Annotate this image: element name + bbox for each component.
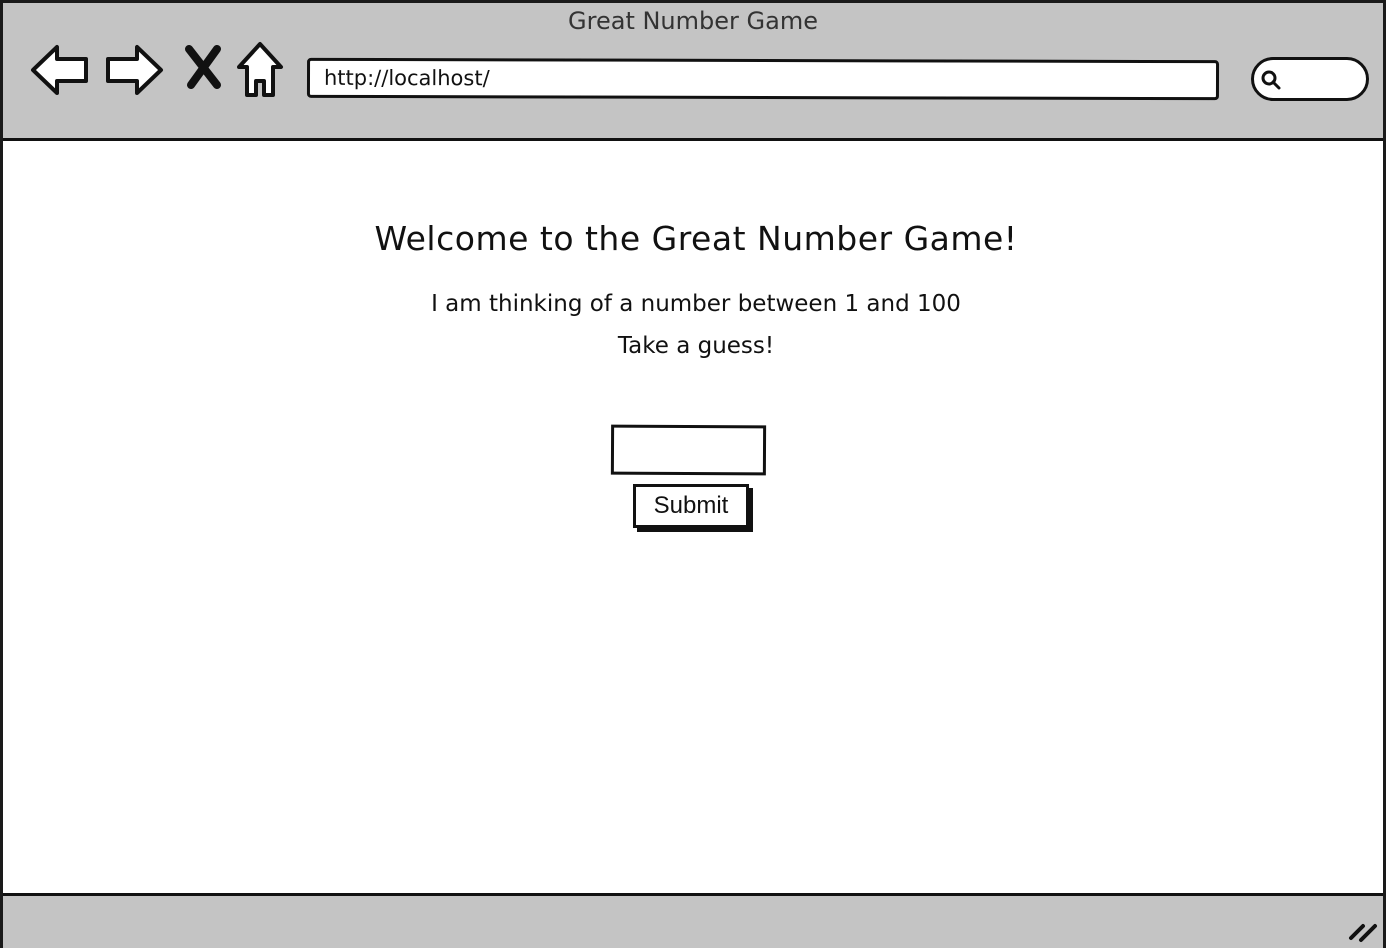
address-bar[interactable]: http://localhost/	[306, 57, 1220, 101]
forward-arrow-icon[interactable]	[103, 43, 165, 97]
submit-button[interactable]: Submit	[633, 484, 749, 528]
status-bar	[3, 893, 1383, 948]
page-content: Welcome to the Great Number Game! I am t…	[3, 141, 1383, 893]
back-arrow-icon[interactable]	[29, 43, 91, 97]
stop-x-icon[interactable]	[183, 45, 223, 89]
guess-input[interactable]	[610, 424, 767, 476]
browser-window: Great Number Game http://localhost/ Welc…	[0, 0, 1386, 948]
prompt-text: Take a guess!	[617, 333, 775, 359]
search-icon	[1261, 70, 1281, 90]
resize-grip-icon[interactable]	[1347, 916, 1381, 944]
page-heading: Welcome to the Great Number Game!	[374, 219, 1018, 258]
browser-titlebar: Great Number Game http://localhost/	[3, 3, 1383, 141]
search-box[interactable]	[1251, 57, 1369, 101]
home-icon[interactable]	[235, 41, 285, 99]
instruction-text: I am thinking of a number between 1 and …	[431, 291, 961, 317]
window-title: Great Number Game	[568, 7, 818, 35]
